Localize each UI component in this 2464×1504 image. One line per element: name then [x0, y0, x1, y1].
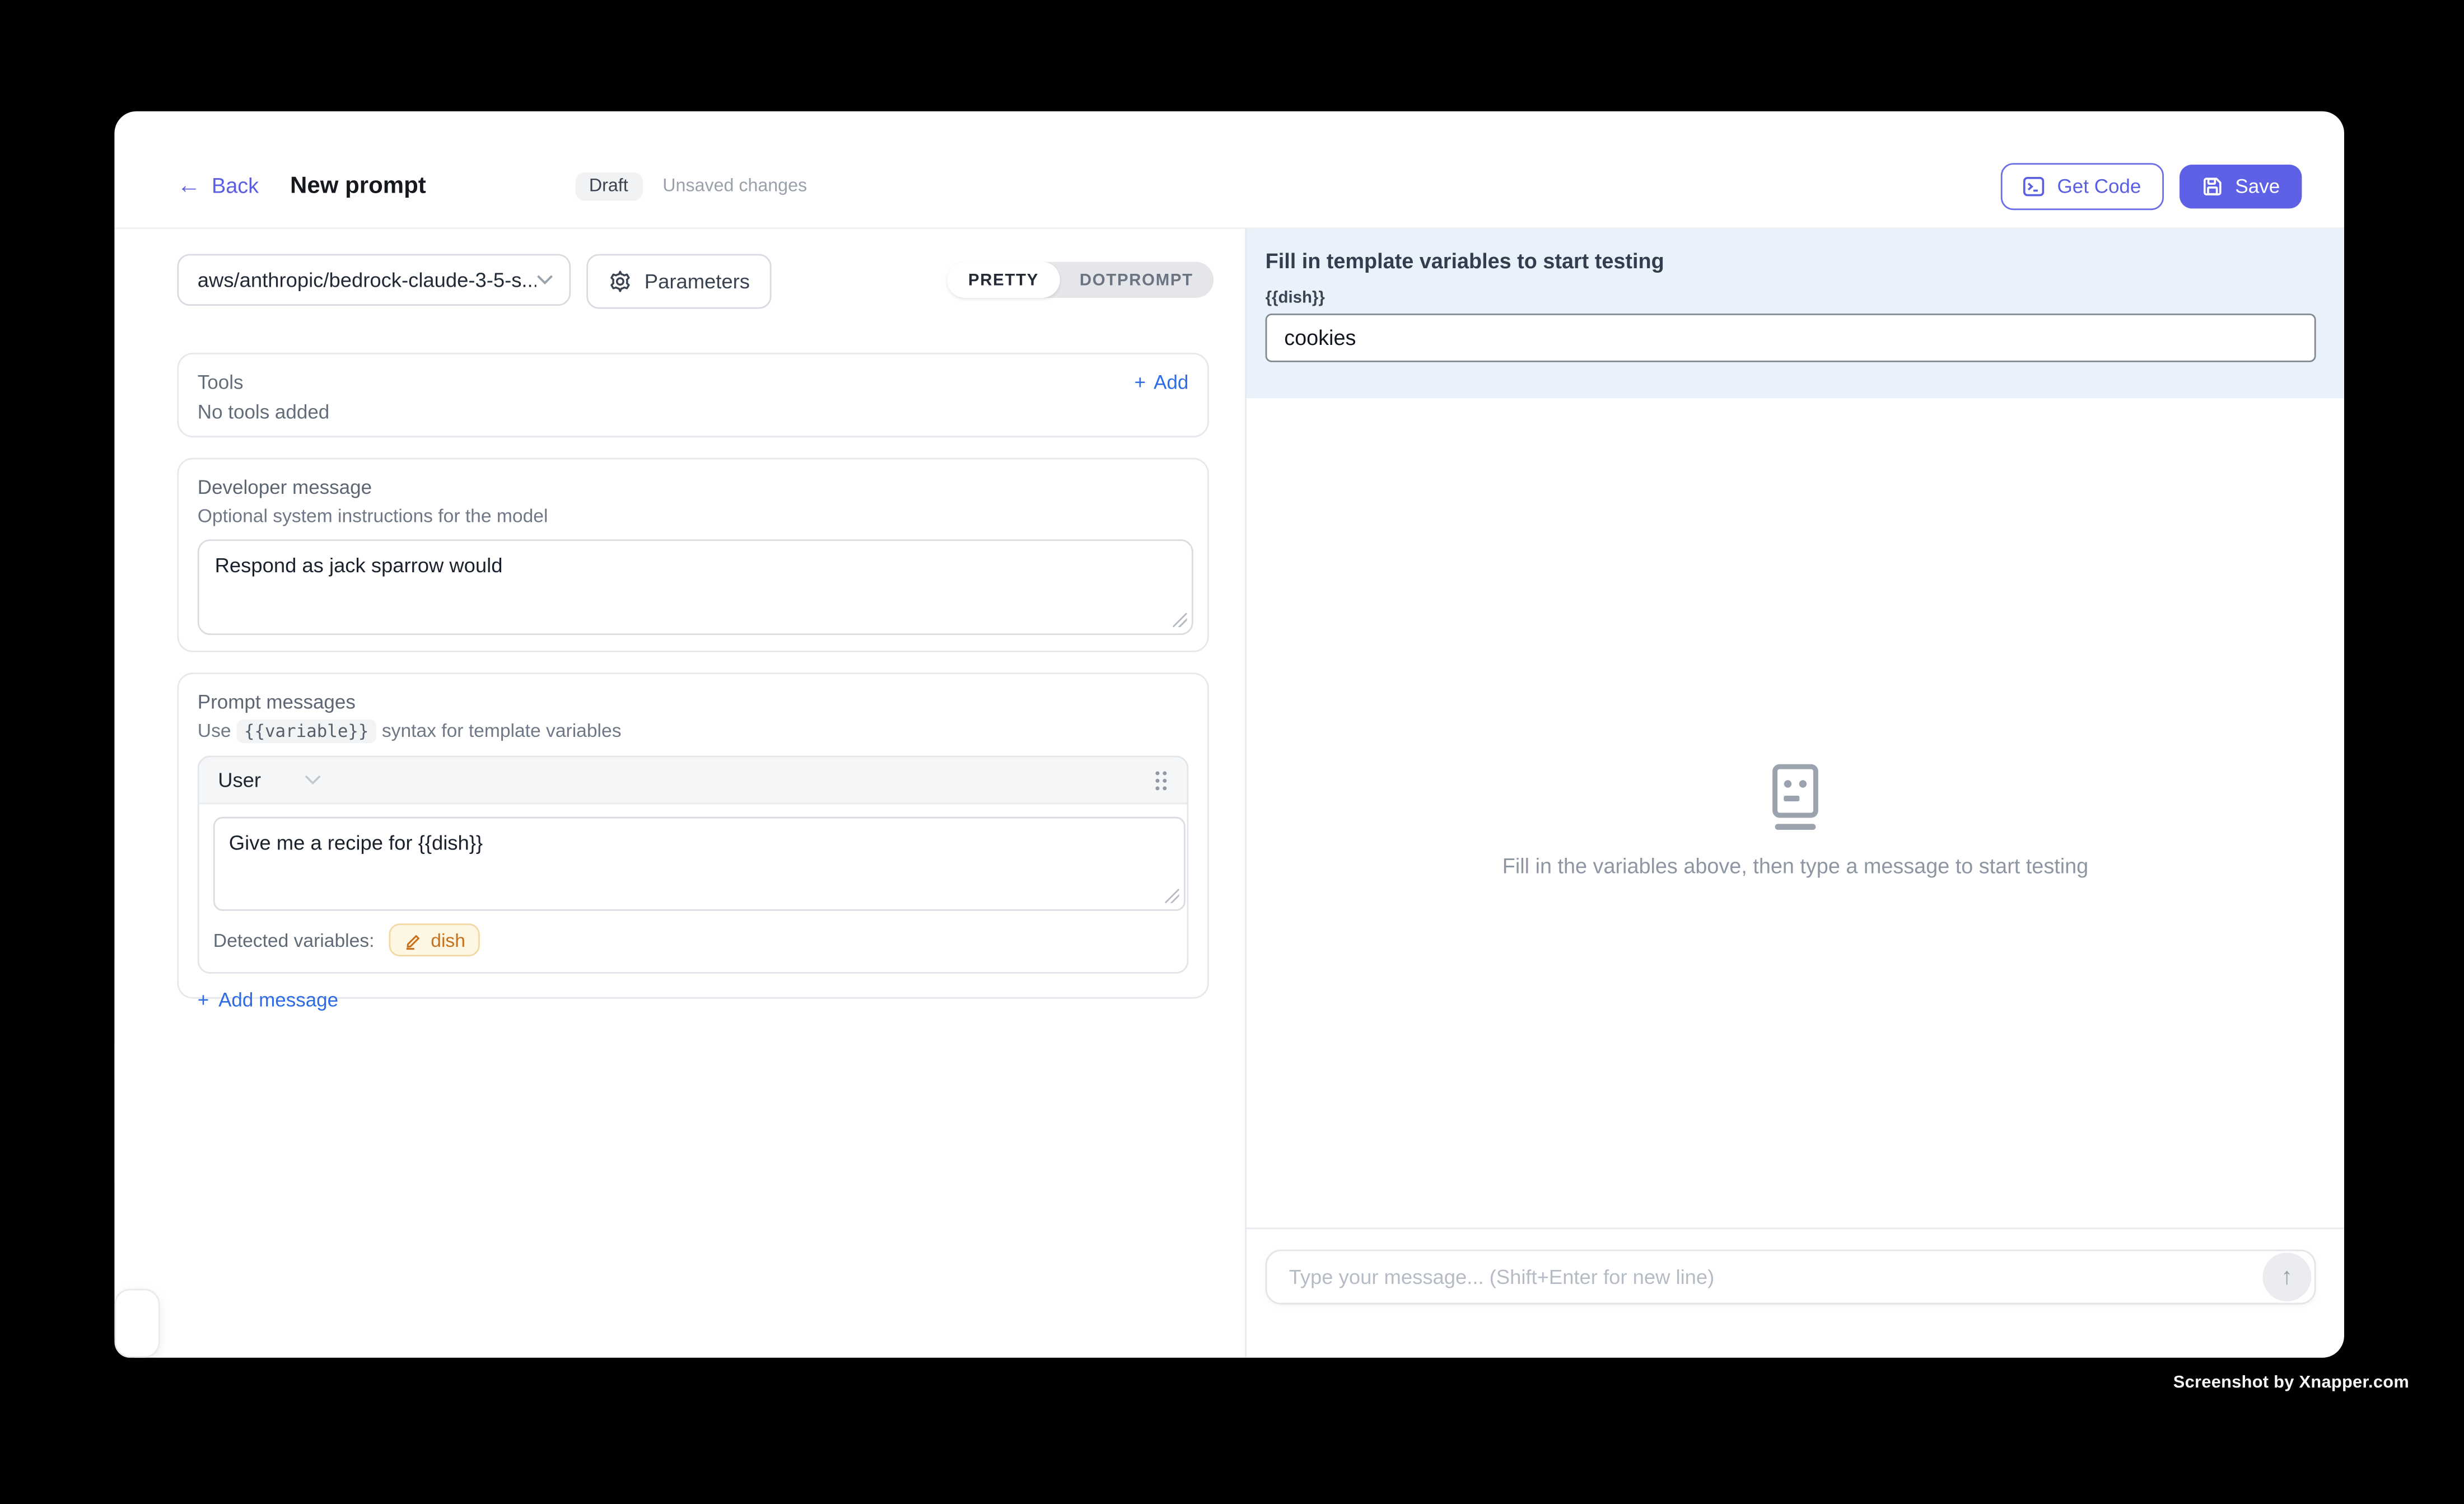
- role-selector[interactable]: User: [218, 768, 322, 792]
- variables-panel-title: Fill in template variables to start test…: [1266, 249, 2316, 273]
- chat-message-input[interactable]: [1267, 1265, 2262, 1289]
- plus-icon: +: [198, 989, 209, 1011]
- developer-message-title: Developer message: [198, 477, 1189, 498]
- model-selector[interactable]: aws/anthropic/bedrock-claude-3-5-s...: [177, 254, 571, 306]
- parameters-button[interactable]: Parameters: [586, 254, 772, 309]
- view-toggle: PRETTY DOTPROMPT: [948, 262, 1214, 298]
- page-title: New prompt: [290, 172, 426, 199]
- template-variables-panel: Fill in template variables to start test…: [1247, 229, 2344, 398]
- empty-state: Fill in the variables above, then type a…: [1247, 764, 2344, 878]
- developer-message-section: Developer message Optional system instru…: [177, 458, 1208, 652]
- developer-message-textarea[interactable]: Respond as jack sparrow would: [198, 539, 1193, 635]
- subtitle-suffix: syntax for template variables: [382, 720, 622, 741]
- chevron-down-icon: [536, 274, 554, 286]
- toggle-option-dotprompt[interactable]: DOTPROMPT: [1059, 262, 1214, 298]
- variable-badge-dish[interactable]: dish: [389, 923, 479, 956]
- get-code-label: Get Code: [2057, 175, 2141, 197]
- background-floating-box: [114, 1289, 160, 1358]
- app-window: ← Back New prompt Draft Unsaved changes …: [114, 111, 2344, 1358]
- prompt-messages-title: Prompt messages: [198, 692, 1189, 713]
- back-label: Back: [212, 174, 259, 198]
- message-content-textarea[interactable]: Give me a recipe for {{dish}}: [213, 817, 1186, 911]
- chat-input-bar: ↑: [1266, 1250, 2316, 1305]
- chevron-down-icon: [305, 774, 322, 786]
- prompt-editor-pane: aws/anthropic/bedrock-claude-3-5-s...: [114, 229, 1245, 1358]
- main-body: aws/anthropic/bedrock-claude-3-5-s...: [114, 229, 2344, 1358]
- role-value: User: [218, 768, 261, 792]
- get-code-button[interactable]: Get Code: [2001, 162, 2163, 209]
- add-tool-button[interactable]: + Add: [1135, 372, 1189, 394]
- model-selector-value: aws/anthropic/bedrock-claude-3-5-s...: [198, 268, 536, 292]
- detected-variables-label: Detected variables:: [213, 929, 375, 951]
- message-header: User: [199, 757, 1187, 804]
- add-message-button[interactable]: + Add message: [198, 989, 1189, 1011]
- pencil-icon: [403, 931, 422, 950]
- prompt-messages-section: Prompt messages Use {{variable}} syntax …: [177, 672, 1208, 998]
- screenshot-stage: ← Back New prompt Draft Unsaved changes …: [0, 0, 2464, 1504]
- developer-message-subtitle: Optional system instructions for the mod…: [198, 505, 1189, 527]
- tools-title: Tools: [198, 372, 244, 394]
- tools-section: Tools + Add No tools added: [177, 353, 1208, 437]
- watermark-text: Screenshot by Xnapper.com: [2173, 1374, 2409, 1393]
- save-button[interactable]: Save: [2179, 164, 2302, 208]
- gear-icon: [608, 270, 632, 293]
- detected-variables-row: Detected variables: dish: [213, 923, 1173, 959]
- prompt-messages-subtitle: Use {{variable}} syntax for template var…: [198, 720, 1189, 741]
- empty-state-text: Fill in the variables above, then type a…: [1247, 854, 2344, 878]
- variable-value-input[interactable]: [1266, 314, 2316, 362]
- terminal-icon: [2023, 175, 2045, 197]
- tools-empty-text: No tools added: [198, 401, 1189, 423]
- save-icon: [2201, 175, 2223, 197]
- prompt-tester-pane: Fill in template variables to start test…: [1245, 229, 2344, 1358]
- unsaved-changes-text: Unsaved changes: [662, 176, 807, 195]
- status-badge: Draft: [575, 172, 642, 200]
- page-header: ← Back New prompt Draft Unsaved changes …: [114, 111, 2344, 229]
- add-tool-label: Add: [1154, 372, 1188, 394]
- back-arrow-icon: ←: [177, 174, 200, 198]
- parameters-label: Parameters: [645, 270, 750, 293]
- chat-divider: [1247, 1227, 2344, 1229]
- subtitle-prefix: Use: [198, 720, 231, 741]
- send-button[interactable]: ↑: [2262, 1253, 2311, 1301]
- drag-handle-icon[interactable]: [1154, 769, 1168, 791]
- message-block: User: [198, 756, 1189, 974]
- toggle-option-pretty[interactable]: PRETTY: [948, 262, 1060, 298]
- variable-badge-label: dish: [431, 929, 465, 951]
- arrow-up-icon: ↑: [2281, 1264, 2293, 1291]
- variable-label: {{dish}}: [1266, 288, 2316, 307]
- bot-face-icon: [1247, 764, 2344, 833]
- plus-icon: +: [1135, 372, 1146, 394]
- add-message-label: Add message: [218, 989, 338, 1011]
- model-row: aws/anthropic/bedrock-claude-3-5-s...: [177, 254, 1214, 309]
- save-label: Save: [2235, 175, 2280, 197]
- variable-syntax-code: {{variable}}: [236, 720, 377, 743]
- back-button[interactable]: ← Back: [177, 174, 259, 198]
